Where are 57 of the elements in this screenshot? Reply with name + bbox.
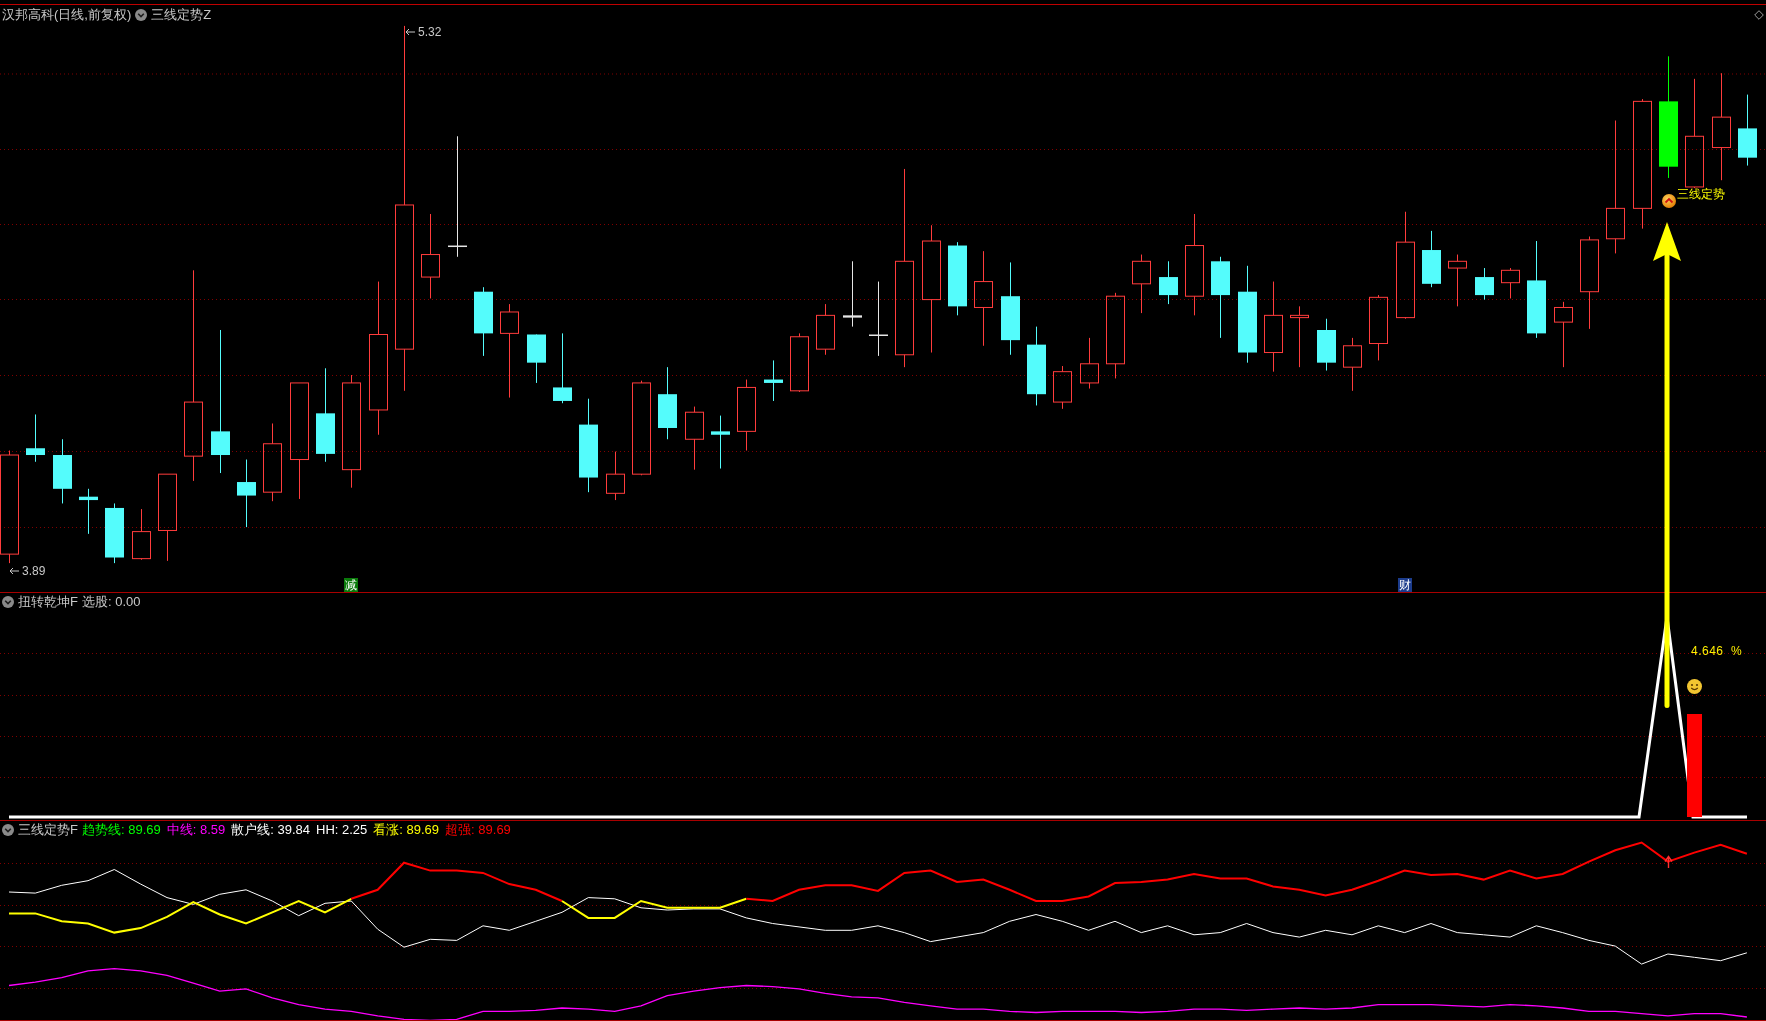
candlestick (1080, 337, 1099, 390)
dropdown-icon[interactable] (135, 9, 148, 21)
candlestick (1501, 267, 1520, 299)
candlestick (1317, 318, 1336, 372)
legend-item: 趋势线: 89.69 (81, 822, 161, 838)
candlestick (53, 438, 72, 504)
candlestick (1159, 260, 1178, 305)
diamond-icon[interactable] (1754, 10, 1764, 20)
candlestick (1290, 305, 1309, 368)
candlestick (474, 286, 493, 357)
candlestick (606, 451, 625, 501)
indicator-name: 扭转乾坤F (18, 594, 78, 610)
smiley-icon (1687, 679, 1702, 694)
up-arrow-icon (1664, 855, 1673, 869)
legend-item: 散户线: 39.84 (231, 822, 310, 838)
indicator-name: 三线定势F (18, 822, 78, 838)
candlestick (237, 459, 256, 528)
candlestick (764, 359, 783, 402)
high-price-label: 5.32 (418, 25, 442, 39)
candlestick (553, 332, 572, 404)
candlestick (1554, 301, 1573, 368)
candlestick (79, 488, 98, 535)
candlestick (816, 303, 835, 356)
indicator-name: 三线定势Z (151, 7, 212, 23)
candlestick (527, 334, 546, 384)
candlestick (843, 260, 862, 328)
candlestick (1132, 254, 1151, 314)
candlestick (1448, 254, 1467, 307)
pointer-arrow-icon (9, 567, 20, 575)
peak-value: 4.646 (1691, 644, 1724, 658)
percent-sign: % (1731, 644, 1743, 658)
selection-readout: 选股: 0.00 (81, 594, 141, 610)
candlestick (1475, 267, 1494, 301)
pointer-arrow-icon (405, 28, 416, 36)
candlestick (790, 332, 809, 393)
legend-item: HH: 2.25 (316, 822, 368, 838)
candlestick (737, 379, 756, 451)
legend-item: 看涨: 89.69 (373, 822, 440, 838)
candlestick (26, 413, 45, 463)
legend-item: 超强: 89.69 (445, 822, 511, 838)
candlestick (1422, 230, 1441, 288)
chart-title: 汉邦高科(日线,前复权) (2, 7, 132, 23)
chevron-badge-icon (1662, 194, 1676, 208)
candlestick (1053, 365, 1072, 410)
candlestick (1343, 337, 1362, 392)
low-price-label: 3.89 (22, 564, 46, 578)
candlestick (105, 502, 124, 564)
legend-item: 中线: 8.59 (166, 822, 226, 838)
candlestick (1369, 294, 1388, 361)
candlestick (132, 508, 151, 561)
candlestick (711, 415, 730, 470)
dropdown-icon[interactable] (2, 824, 14, 836)
signal-tag: 减 (344, 578, 358, 592)
signal-tag: 财 (1398, 578, 1412, 592)
candlestick (685, 406, 704, 471)
dropdown-icon[interactable] (2, 596, 14, 608)
signal-caption: 三线定势 (1677, 187, 1725, 201)
